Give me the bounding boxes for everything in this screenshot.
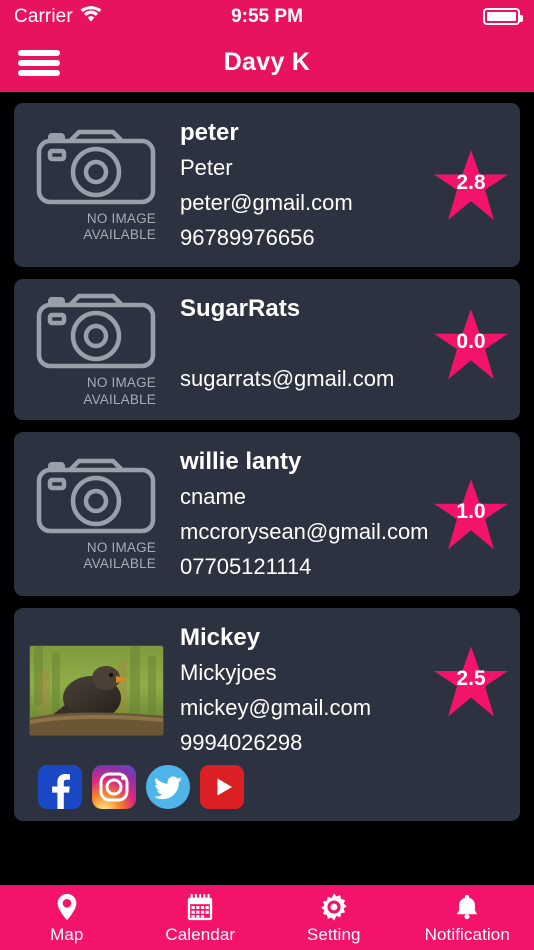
facebook-icon[interactable] bbox=[38, 764, 82, 809]
rating-badge: 1.0 bbox=[434, 479, 508, 550]
contact-thumbnail: NO IMAGE AVAILABLE bbox=[26, 115, 166, 255]
contact-name: willie lanty bbox=[180, 448, 302, 476]
bottom-tab-bar: Map Calendar Setting Notification bbox=[0, 882, 534, 950]
gear-icon bbox=[318, 891, 350, 923]
tab-label: Calendar bbox=[165, 924, 236, 944]
rating-badge: 2.5 bbox=[434, 646, 508, 717]
contact-phone: 96789976656 bbox=[180, 224, 315, 250]
contact-card[interactable]: NO IMAGE AVAILABLE willie lanty cname mccror… bbox=[14, 432, 520, 597]
no-image-line1: NO IMAGE bbox=[86, 539, 156, 555]
no-image-label: NO IMAGE AVAILABLE bbox=[36, 540, 156, 573]
app-root: Carrier 9:55 PM Davy K NO IMAGE AVAILABLE… bbox=[0, 0, 534, 950]
tab-label: Map bbox=[50, 924, 84, 944]
contact-phone: 07705121114 bbox=[180, 553, 312, 579]
tab-label: Setting bbox=[306, 924, 361, 944]
contact-card[interactable]: NO IMAGE AVAILABLE SugarRats sugarrats@gma… bbox=[14, 279, 520, 421]
no-image-line1: NO IMAGE bbox=[86, 375, 156, 391]
tab-setting[interactable]: Setting bbox=[267, 885, 401, 950]
camera-icon bbox=[36, 127, 156, 205]
status-bar-left: Carrier bbox=[14, 6, 102, 28]
hamburger-menu-icon[interactable] bbox=[18, 47, 60, 79]
calendar-icon bbox=[184, 891, 216, 923]
carrier-label: Carrier bbox=[14, 5, 73, 27]
contact-phone: 9994026298 bbox=[180, 729, 303, 755]
contact-card[interactable]: Mickey Mickyjoes mickey@gmail.com 999402629… bbox=[14, 608, 520, 821]
status-bar-right bbox=[483, 8, 523, 25]
tab-map[interactable]: Map bbox=[0, 885, 134, 950]
no-image-line2: AVAILABLE bbox=[83, 556, 156, 572]
tab-notification[interactable]: Notification bbox=[401, 885, 534, 950]
map-pin-icon bbox=[51, 891, 83, 923]
status-bar: Carrier 9:55 PM bbox=[0, 0, 534, 33]
bell-icon bbox=[451, 891, 483, 923]
no-image-line2: AVAILABLE bbox=[83, 391, 156, 407]
page-title: Davy K bbox=[223, 48, 311, 76]
social-links-row bbox=[36, 759, 244, 811]
no-image-line1: NO IMAGE bbox=[86, 210, 156, 226]
rating-value: 1.0 bbox=[456, 500, 486, 524]
camera-icon bbox=[36, 456, 156, 534]
tab-label: Notification bbox=[424, 924, 510, 944]
battery-full-icon bbox=[483, 8, 523, 25]
no-image-line2: AVAILABLE bbox=[83, 227, 156, 243]
rating-badge: 2.8 bbox=[434, 150, 508, 220]
rating-value: 2.8 bbox=[456, 171, 486, 194]
rating-value: 0.0 bbox=[456, 330, 486, 354]
contact-list[interactable]: NO IMAGE AVAILABLE peter Peter peter@gmail.c… bbox=[0, 95, 534, 882]
youtube-icon[interactable] bbox=[200, 764, 244, 809]
twitter-icon[interactable] bbox=[146, 764, 190, 809]
tab-calendar[interactable]: Calendar bbox=[134, 885, 268, 950]
rating-badge: 0.0 bbox=[434, 309, 508, 380]
no-image-label: NO IMAGE AVAILABLE bbox=[36, 211, 156, 244]
camera-icon bbox=[36, 291, 156, 369]
no-image-label: NO IMAGE AVAILABLE bbox=[36, 375, 156, 408]
rating-value: 2.5 bbox=[456, 667, 486, 691]
contact-thumbnail: NO IMAGE AVAILABLE bbox=[26, 444, 166, 584]
contact-thumbnail: NO IMAGE AVAILABLE bbox=[26, 291, 166, 408]
contact-name: peter bbox=[180, 119, 239, 146]
nav-bar: Davy K bbox=[0, 33, 534, 95]
wifi-icon bbox=[80, 5, 102, 28]
instagram-icon[interactable] bbox=[92, 764, 136, 809]
contact-card[interactable]: NO IMAGE AVAILABLE peter Peter peter@gmail.c… bbox=[14, 103, 520, 268]
contact-thumbnail bbox=[26, 620, 166, 760]
contact-photo bbox=[29, 646, 163, 736]
